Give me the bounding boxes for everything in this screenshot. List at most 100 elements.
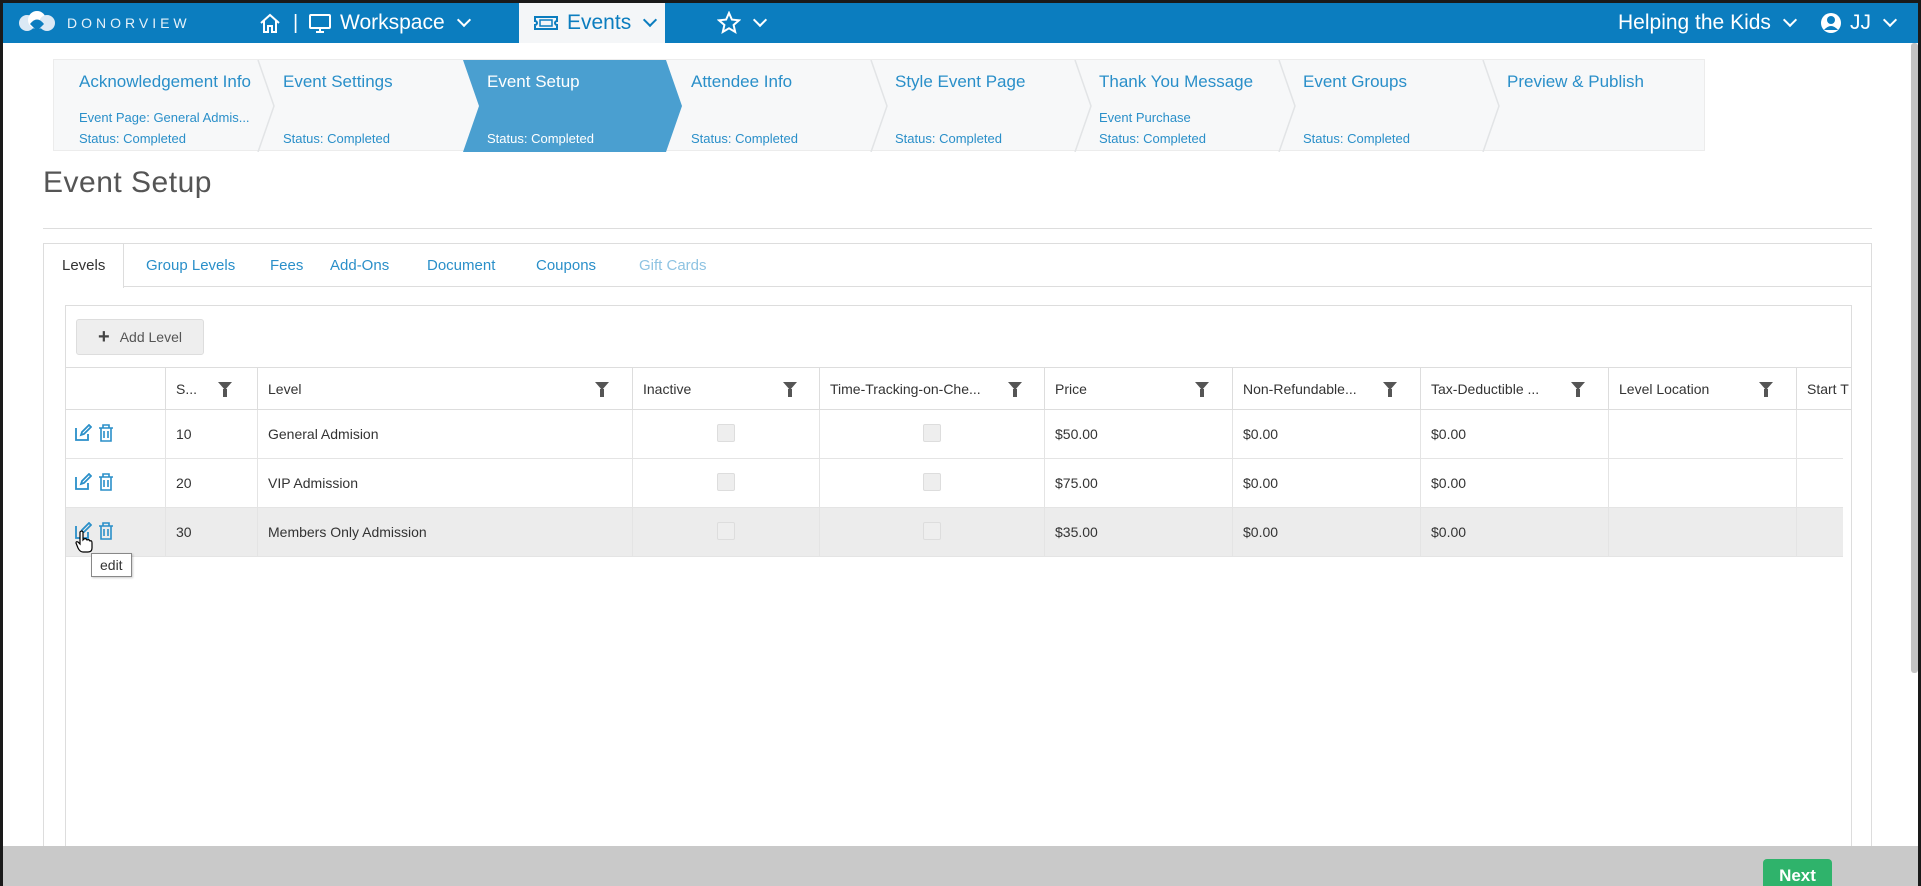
wizard-step-event-groups[interactable]: Event Groups Status: Completed <box>1278 60 1482 152</box>
cell-price: $50.00 <box>1044 410 1232 458</box>
tab-gift-cards[interactable]: Gift Cards <box>621 244 725 287</box>
cell-level-location <box>1608 508 1796 556</box>
filter-icon[interactable] <box>1008 382 1022 397</box>
events-menu[interactable]: Events <box>519 3 665 43</box>
filter-icon[interactable] <box>1759 382 1773 397</box>
edit-icon[interactable] <box>74 473 92 491</box>
filter-icon[interactable] <box>1383 382 1397 397</box>
wizard-step-event-settings[interactable]: Event Settings Status: Completed <box>258 60 462 152</box>
cell-level-location <box>1608 410 1796 458</box>
header-non-refundable[interactable]: Non-Refundable... <box>1232 368 1420 410</box>
plus-icon: + <box>98 325 110 348</box>
wizard-step-style-event-page[interactable]: Style Event Page Status: Completed <box>870 60 1074 152</box>
chevron-down-icon <box>752 12 768 28</box>
tab-coupons[interactable]: Coupons <box>518 244 614 287</box>
time-tracking-checkbox[interactable] <box>923 424 941 442</box>
step-status: Status: Completed <box>79 131 186 146</box>
filter-icon[interactable] <box>1571 382 1585 397</box>
header-label: Time-Tracking-on-Che... <box>830 381 981 397</box>
star-icon <box>717 11 741 35</box>
tab-fees[interactable]: Fees <box>252 244 321 287</box>
header-time-tracking[interactable]: Time-Tracking-on-Che... <box>819 368 1044 410</box>
header-label: Level <box>268 381 302 397</box>
step-name: Acknowledgement Info <box>79 72 251 91</box>
grid-header: S... Level Inactive Time-Tracking-on-Che… <box>66 367 1852 410</box>
next-button[interactable]: Next <box>1763 859 1832 886</box>
add-level-label: Add Level <box>119 329 182 345</box>
wizard-step-preview-publish[interactable]: Preview & Publish <box>1482 60 1686 152</box>
step-name: Attendee Info <box>691 72 793 91</box>
chevron-down-icon <box>643 12 658 28</box>
table-row[interactable]: 20 VIP Admission $75.00 $0.00 $0.00 <box>66 459 1843 508</box>
trash-icon[interactable] <box>98 522 114 540</box>
cell-sequence: 20 <box>165 459 257 507</box>
home-button[interactable] <box>258 3 282 43</box>
header-price[interactable]: Price <box>1044 368 1232 410</box>
chevron-down-icon <box>1782 12 1798 28</box>
levels-grid: + Add Level S... Level Inactive Time-Tra… <box>65 305 1852 886</box>
trash-icon[interactable] <box>98 473 114 491</box>
chevron-down-icon <box>456 12 471 28</box>
step-status: Status: Completed <box>895 131 1002 146</box>
step-status: Status: Completed <box>487 131 594 146</box>
header-label: S... <box>176 381 198 397</box>
wizard-step-attendee-info[interactable]: Attendee Info Status: Completed <box>666 60 870 152</box>
header-level-location[interactable]: Level Location <box>1608 368 1796 410</box>
wizard-step-acknowledgement[interactable]: Acknowledgement Info Event Page: General… <box>54 60 258 152</box>
inactive-checkbox[interactable] <box>717 424 735 442</box>
step-desc: Event Page: General Admis... <box>79 110 250 125</box>
events-label: Events <box>567 11 632 34</box>
step-status: Status: Completed <box>1303 131 1410 146</box>
cell-non-refundable: $0.00 <box>1232 459 1420 507</box>
cell-price: $35.00 <box>1044 508 1232 556</box>
footer-bar <box>3 846 1918 886</box>
wizard-step-event-setup[interactable]: Event Setup Status: Completed <box>462 60 666 152</box>
donorview-logo[interactable]: DONORVIEW <box>17 11 191 35</box>
user-menu[interactable]: JJ <box>1820 3 1898 43</box>
filter-icon[interactable] <box>218 382 232 397</box>
filter-icon[interactable] <box>595 382 609 397</box>
header-level[interactable]: Level <box>257 368 632 410</box>
row-actions <box>74 424 114 442</box>
header-sequence[interactable]: S... <box>165 368 257 410</box>
inactive-checkbox[interactable] <box>717 522 735 540</box>
header-start-time[interactable]: Start T <box>1796 368 1852 410</box>
step-name: Event Groups <box>1303 72 1407 91</box>
user-avatar-icon <box>1821 13 1841 33</box>
edit-icon[interactable] <box>74 424 92 442</box>
tab-bar: Levels Group Levels Fees Add-Ons Documen… <box>44 244 1871 288</box>
step-name: Thank You Message <box>1099 72 1254 91</box>
favorites-menu[interactable] <box>717 3 768 43</box>
inactive-checkbox[interactable] <box>717 473 735 491</box>
cell-non-refundable: $0.00 <box>1232 508 1420 556</box>
time-tracking-checkbox[interactable] <box>923 522 941 540</box>
logo-text: DONORVIEW <box>67 15 191 31</box>
filter-icon[interactable] <box>1195 382 1209 397</box>
logo-icon <box>19 11 55 31</box>
table-row[interactable]: 30 Members Only Admission $35.00 $0.00 $… <box>66 508 1843 557</box>
header-tax-deductible[interactable]: Tax-Deductible ... <box>1420 368 1608 410</box>
page-scrollbar[interactable] <box>1911 43 1918 673</box>
cell-start-time <box>1796 508 1843 556</box>
table-row[interactable]: 10 General Admision $50.00 $0.00 $0.00 <box>66 410 1843 459</box>
time-tracking-checkbox[interactable] <box>923 473 941 491</box>
cell-start-time <box>1796 410 1843 458</box>
header-inactive[interactable]: Inactive <box>632 368 819 410</box>
add-level-button[interactable]: + Add Level <box>76 319 204 355</box>
header-label: Price <box>1055 381 1087 397</box>
cell-level-location <box>1608 459 1796 507</box>
tab-document[interactable]: Document <box>409 244 513 287</box>
tab-add-ons[interactable]: Add-Ons <box>312 244 407 287</box>
step-status: Status: Completed <box>283 131 390 146</box>
workspace-menu[interactable]: Workspace <box>308 3 471 43</box>
org-menu[interactable]: Helping the Kids <box>1618 3 1798 43</box>
filter-icon[interactable] <box>783 382 797 397</box>
org-label: Helping the Kids <box>1618 11 1771 34</box>
wizard-step-thank-you[interactable]: Thank You Message Event Purchase Status:… <box>1074 60 1278 152</box>
trash-icon[interactable] <box>98 424 114 442</box>
header-label: Non-Refundable... <box>1243 381 1357 397</box>
tab-levels[interactable]: Levels <box>44 244 125 288</box>
header-label: Level Location <box>1619 381 1710 397</box>
tab-group-levels[interactable]: Group Levels <box>128 244 253 287</box>
nav-separator: | <box>293 11 299 34</box>
